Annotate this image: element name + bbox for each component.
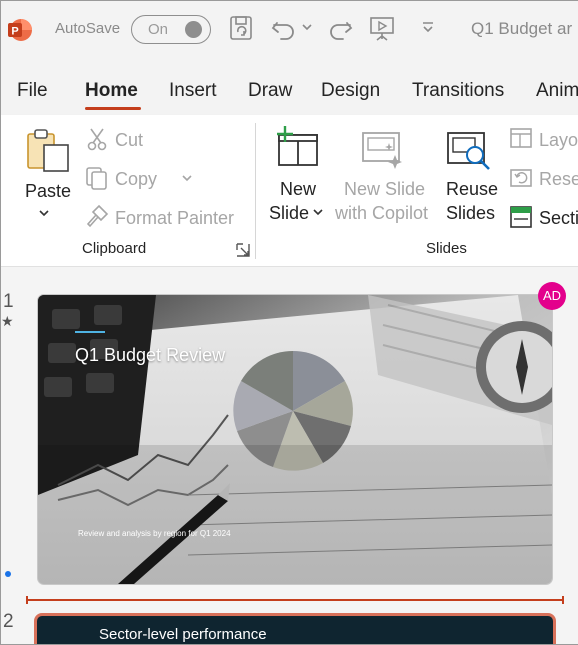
present-from-beginning-icon[interactable] [369,15,395,43]
document-title[interactable]: Q1 Budget ar [471,19,572,39]
powerpoint-window: P AutoSave On Q1 Budget ar File Home Ins… [0,0,578,645]
autosave-label: AutoSave [55,20,121,37]
reuse-slides-label-2[interactable]: Slides [446,203,495,224]
slide-background-image [38,295,552,584]
scissors-icon [87,128,107,151]
paste-button[interactable]: Paste [25,181,71,202]
comment-indicator-dot [5,571,11,577]
tab-insert[interactable]: Insert [169,80,217,102]
slide-thumbnail-2[interactable]: Sector-level performance [34,613,556,644]
ribbon-home: Paste Cut Copy Format Painter Clipboard [1,115,578,267]
section-button[interactable]: Secti [539,208,578,229]
section-icon [510,206,532,228]
format-painter-icon [86,204,109,228]
ribbon-tabs: File Home Insert Draw Design Transitions… [1,59,578,115]
slide-insertion-marker [26,596,564,604]
paste-icon[interactable] [25,127,71,173]
copy-button[interactable]: Copy [115,169,157,190]
animation-star-icon: ★ [1,313,14,329]
svg-text:P: P [11,26,18,38]
copy-icon [86,167,107,190]
dialog-launcher-icon[interactable] [236,243,250,257]
slide-1-subtitle: Review and analysis by region for Q1 202… [78,529,231,538]
autosave-toggle[interactable]: On [131,15,211,44]
slide-thumbnail-1[interactable]: Q1 Budget Review Review and analysis by … [38,295,552,584]
customize-toolbar-icon[interactable] [421,21,435,35]
tab-file[interactable]: File [17,80,48,102]
tab-home[interactable]: Home [85,80,138,102]
slide-number-2: 2 [3,611,14,632]
undo-dropdown-icon[interactable] [301,23,313,33]
redo-icon[interactable] [327,15,353,43]
autosave-state: On [148,21,169,38]
layout-button[interactable]: Layo [539,130,578,151]
reset-button[interactable]: Rese [539,169,578,190]
new-slide-dropdown-icon[interactable] [312,208,324,218]
slide-2-title: Sector-level performance [99,626,267,643]
tab-draw[interactable]: Draw [248,80,292,102]
tab-design[interactable]: Design [321,80,380,102]
cut-button[interactable]: Cut [115,130,143,151]
undo-icon[interactable] [271,15,297,43]
copilot-slide-icon [362,132,402,169]
format-painter-button[interactable]: Format Painter [115,208,234,229]
reset-icon [510,169,532,187]
reuse-slides-icon[interactable] [445,127,493,173]
paste-dropdown-icon[interactable] [38,209,50,219]
new-slide-icon[interactable] [273,125,321,169]
new-slide-label-1[interactable]: New [280,179,316,200]
slide-number-1: 1 [3,291,14,312]
copy-dropdown-icon[interactable] [181,174,193,184]
title-accent-line [75,331,105,333]
slides-group-label: Slides [426,240,467,257]
toggle-knob [185,21,202,38]
new-slide-label-2[interactable]: Slide [269,203,309,224]
user-avatar[interactable]: AD [538,282,566,310]
layout-icon [510,128,532,148]
tab-transitions[interactable]: Transitions [412,80,504,102]
active-tab-indicator [85,107,141,110]
clipboard-group-label: Clipboard [82,240,147,257]
slide-1-title: Q1 Budget Review [75,345,226,365]
new-slide-copilot-label-2[interactable]: with Copilot [335,203,428,224]
new-slide-copilot-label-1[interactable]: New Slide [344,179,425,200]
tab-animations[interactable]: Anim [536,80,578,102]
title-bar: P AutoSave On Q1 Budget ar [1,1,578,59]
reuse-slides-label-1[interactable]: Reuse [446,179,498,200]
group-separator [255,123,256,259]
slide-thumbnail-pane: 1 ★ Q1 Budget Review Review and analysis… [1,267,578,644]
save-icon[interactable] [229,15,255,43]
powerpoint-logo-icon[interactable]: P [8,18,32,42]
